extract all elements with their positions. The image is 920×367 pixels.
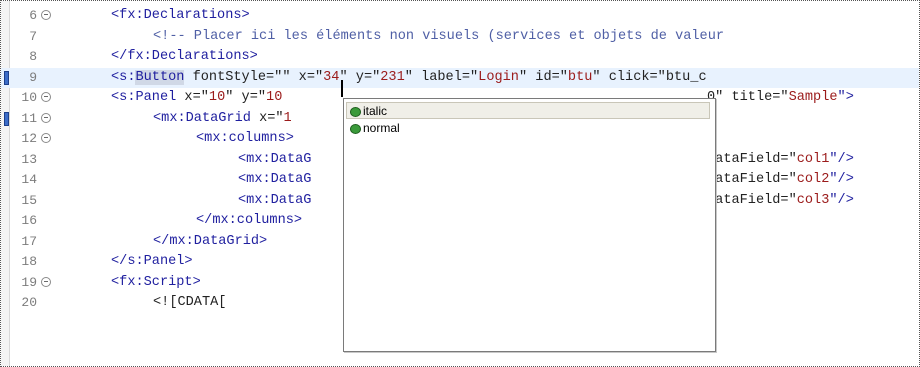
property-icon	[350, 107, 361, 117]
code-text[interactable]: </mx:DataGrid>	[153, 234, 267, 250]
code-token: 1	[283, 110, 292, 126]
line-number: 20	[21, 295, 37, 310]
code-token: <s:Panel	[111, 90, 177, 105]
line-number: 18	[21, 254, 37, 269]
code-token: 231	[380, 69, 405, 85]
code-text-tail[interactable]: dataField="col1"/>	[707, 152, 854, 168]
fold-toggle-icon[interactable]	[41, 92, 51, 102]
code-text[interactable]: <!-- Placer ici les éléments non visuels…	[153, 29, 724, 45]
code-line[interactable]: 9 <s:Button fontStyle="" x="34" y="231" l…	[1, 67, 919, 88]
content-assist-popup[interactable]: italic normal	[343, 98, 716, 352]
line-number: 17	[21, 233, 37, 249]
code-text-tail[interactable]: dataField="col2"/>	[707, 172, 854, 188]
code-token: col2	[796, 172, 830, 187]
code-text[interactable]: <![CDATA[	[153, 295, 226, 311]
code-token: fontStyle="	[184, 69, 283, 85]
code-text[interactable]: <fx:Declarations>	[111, 8, 250, 24]
property-icon	[350, 124, 361, 134]
code-text[interactable]: <mx:DataG	[238, 172, 311, 188]
code-token: btu	[567, 69, 593, 85]
code-token: <![CDATA[	[153, 295, 227, 310]
content-assist-item-label: italic	[363, 104, 388, 118]
line-number: 15	[21, 192, 37, 208]
code-token: Login	[478, 69, 519, 85]
code-line[interactable]: 7 <!-- Placer ici les éléments non visuel…	[1, 27, 919, 47]
code-token: x="	[250, 110, 284, 126]
code-token: "/>	[829, 172, 854, 187]
code-token: </mx:columns>	[196, 213, 303, 228]
code-token: " label="	[404, 69, 479, 85]
code-token: 0" title="	[707, 90, 789, 105]
code-editor[interactable]: 6 <fx:Declarations> 7 <!-- Placer ici les é…	[0, 0, 920, 367]
code-token: " id="	[518, 69, 568, 85]
code-text-tail[interactable]: dataField="col3"/>	[707, 193, 854, 209]
code-text-tail[interactable]: 0" title="Sample">	[707, 90, 854, 106]
code-text[interactable]: <mx:DataG	[238, 193, 311, 209]
code-token: x="	[176, 90, 209, 105]
code-text[interactable]: <s:Button fontStyle="" x="34" y="231" la…	[111, 69, 707, 86]
line-number: 14	[21, 172, 37, 187]
code-token: col1	[796, 151, 830, 167]
code-token: 10	[266, 90, 283, 105]
code-text[interactable]: <fx:Script>	[111, 275, 201, 291]
fold-toggle-icon[interactable]	[41, 10, 51, 20]
code-token: <mx:columns>	[196, 131, 294, 146]
code-token: <mx:DataG	[238, 172, 312, 187]
line-number: 10	[21, 90, 37, 105]
code-token: <mx:DataG	[238, 192, 312, 208]
code-token: <!-- Placer ici les éléments non visuels…	[153, 28, 725, 44]
fold-toggle-icon[interactable]	[41, 133, 51, 143]
content-assist-item-italic[interactable]: italic	[346, 102, 710, 119]
code-token: Sample	[788, 90, 838, 105]
code-token: </mx:DataGrid>	[153, 233, 268, 249]
code-token: " y="	[339, 69, 381, 85]
line-number: 13	[21, 151, 37, 167]
line-number: 19	[21, 274, 37, 290]
code-text[interactable]: </s:Panel>	[111, 254, 193, 270]
code-token: <fx:Declarations>	[111, 8, 250, 23]
code-token: Button	[135, 69, 185, 85]
code-text[interactable]: </fx:Declarations>	[111, 49, 258, 65]
code-text[interactable]: </mx:columns>	[196, 213, 302, 229]
code-token: <mx:DataGrid	[153, 110, 251, 126]
fold-toggle-icon[interactable]	[41, 112, 51, 123]
fold-toggle-icon[interactable]	[41, 276, 51, 287]
code-token: </s:Panel>	[111, 254, 193, 269]
code-token: <mx:DataG	[238, 151, 312, 167]
code-text[interactable]: <mx:columns>	[196, 131, 294, 147]
line-number: 9	[29, 69, 37, 85]
code-token: "/>	[829, 151, 854, 167]
code-token: col3	[796, 192, 830, 208]
code-line[interactable]: 8 </fx:Declarations>	[1, 47, 919, 67]
text-caret	[341, 80, 343, 97]
code-token: <fx:Script>	[111, 274, 201, 290]
bookmark-icon[interactable]	[4, 111, 9, 126]
code-token: ">	[837, 90, 854, 105]
line-number: 8	[29, 49, 37, 64]
code-token: " click="btu_c	[592, 69, 707, 85]
code-line[interactable]: 6 <fx:Declarations>	[1, 6, 919, 26]
code-token: dataField="	[707, 192, 797, 208]
bookmark-icon[interactable]	[4, 70, 9, 85]
line-number: 7	[29, 28, 37, 44]
code-token: dataField="	[707, 172, 797, 187]
code-token: </fx:Declarations>	[111, 49, 258, 64]
line-number: 11	[21, 110, 37, 126]
line-number: 16	[21, 213, 37, 228]
code-token: "/>	[829, 192, 854, 208]
content-assist-item-normal[interactable]: normal	[347, 120, 707, 137]
code-token: 10	[208, 90, 226, 105]
code-token: <s:	[111, 69, 136, 85]
code-token: 34	[323, 69, 340, 85]
content-assist-item-label: normal	[363, 121, 400, 135]
line-number: 6	[29, 8, 37, 23]
code-text[interactable]: <mx:DataG	[238, 152, 311, 168]
code-text[interactable]: <s:Panel x="10" y="10	[111, 90, 282, 106]
code-token: " x="	[282, 69, 324, 85]
code-token: " y="	[225, 90, 267, 105]
line-number: 12	[21, 131, 37, 146]
code-text[interactable]: <mx:DataGrid x="1	[153, 111, 292, 127]
code-token: dataField="	[707, 151, 797, 167]
